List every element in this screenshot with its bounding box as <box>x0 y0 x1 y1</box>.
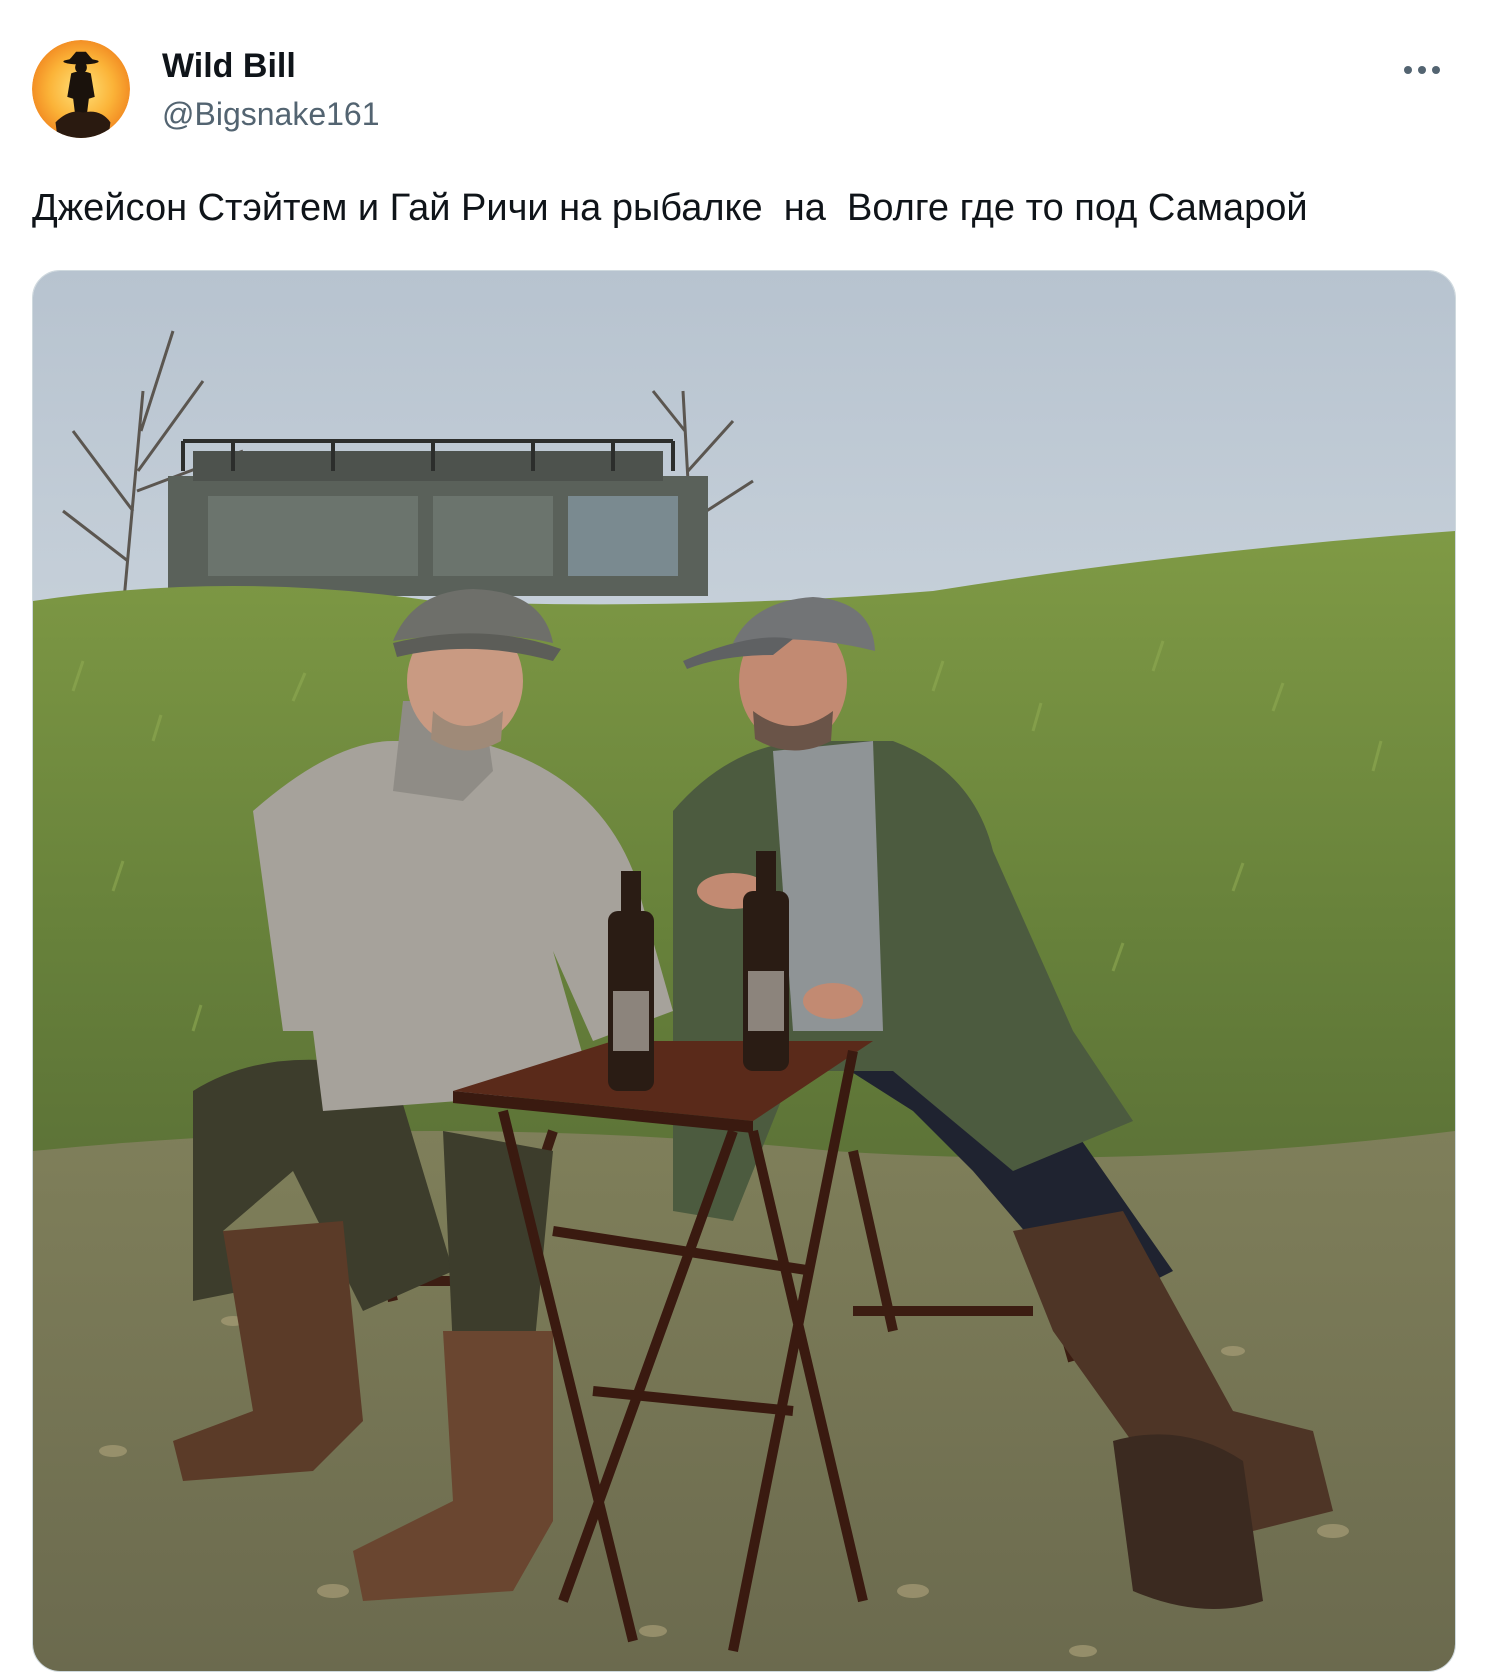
display-name[interactable]: Wild Bill <box>162 44 380 88</box>
more-options-button[interactable] <box>1394 50 1450 90</box>
cowboy-silhouette-sunset-icon <box>32 40 130 138</box>
author-info: Wild Bill @Bigsnake161 <box>162 44 380 136</box>
tweet-card[interactable]: Wild Bill @Bigsnake161 Джейсон Стэйтем и… <box>0 0 1500 1672</box>
more-horizontal-icon <box>1404 66 1440 74</box>
photo-two-men-at-table <box>33 271 1455 1671</box>
avatar[interactable] <box>32 40 130 138</box>
tweet-photo[interactable] <box>32 270 1456 1672</box>
tweet-text: Джейсон Стэйтем и Гай Ричи на рыбалке на… <box>32 187 1308 229</box>
user-handle[interactable]: @Bigsnake161 <box>162 92 380 136</box>
vehicle <box>168 439 708 596</box>
